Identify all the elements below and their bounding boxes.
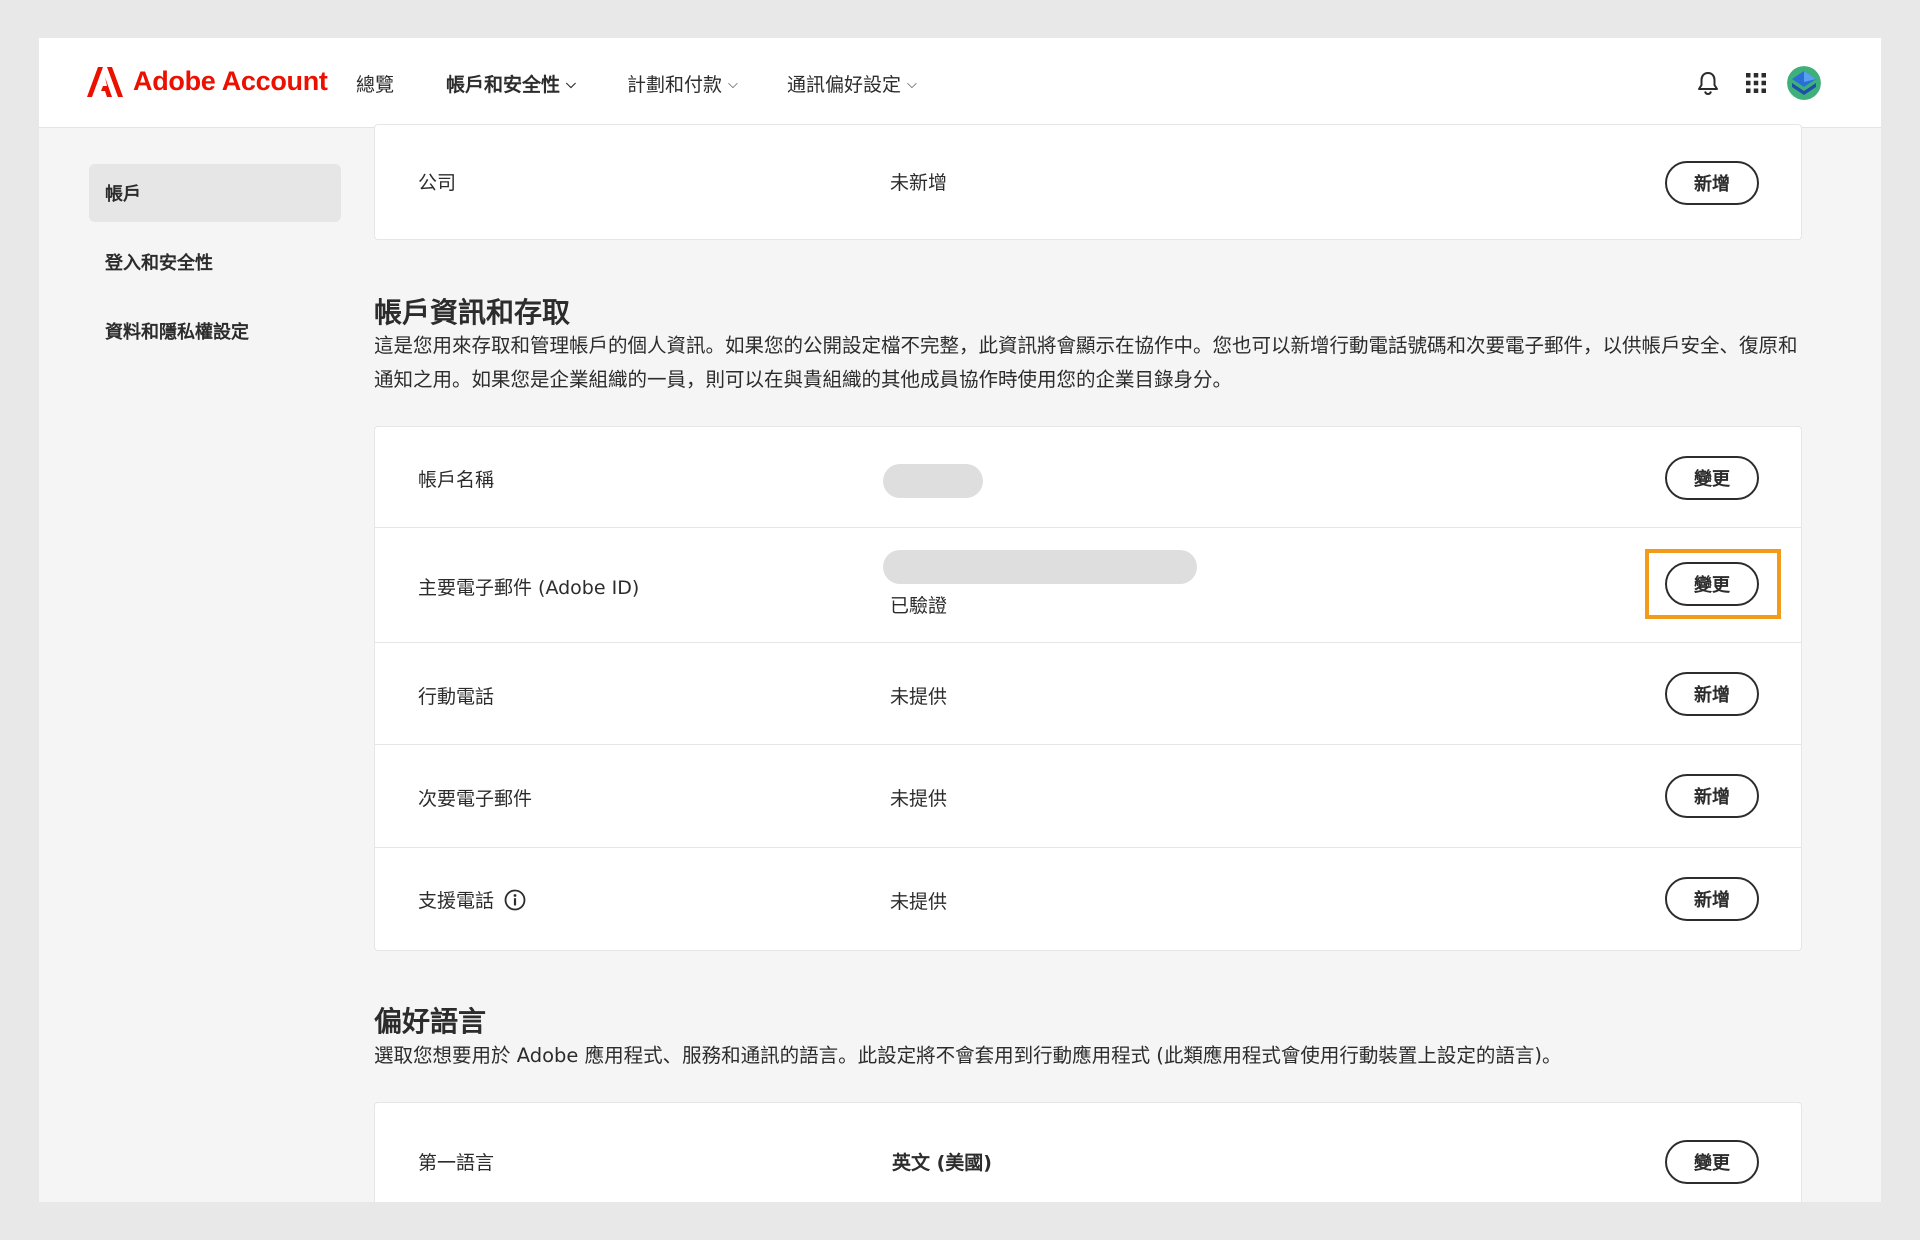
language-section-title: 偏好語言: [374, 1005, 487, 1038]
account-section-description: 這是您用來存取和管理帳戶的個人資訊。如果您的公開設定檔不完整，此資訊將會顯示在協…: [374, 334, 1798, 391]
header-actions: [1677, 66, 1821, 100]
support-phone-label-text: 支援電話: [418, 890, 495, 912]
secondary-email-row: 次要電子郵件 未提供 新增: [375, 745, 1801, 848]
primary-email-row: 主要電子郵件 (Adobe ID) 已驗證 變更: [375, 528, 1801, 643]
add-support-phone-button[interactable]: 新增: [1665, 877, 1759, 921]
redacted-primary-email: [883, 550, 1197, 584]
language-card: 第一語言 英文 (美國) 變更: [374, 1102, 1802, 1202]
first-language-label: 第一語言: [418, 1148, 494, 1175]
nav-overview[interactable]: 總覽: [356, 70, 394, 97]
company-label-text: 公司: [418, 172, 457, 194]
primary-email-label: 主要電子郵件 (Adobe ID): [418, 573, 639, 600]
add-secondary-email-button[interactable]: 新增: [1665, 774, 1759, 818]
sidebar-item-label: 登入和安全性: [105, 253, 213, 274]
mobile-phone-label: 行動電話: [418, 682, 494, 709]
redacted-account-name: [883, 464, 983, 498]
account-info-card: 帳戶名稱 變更 主要電子郵件 (Adobe ID) 已驗證 變更 行動電話 未提…: [374, 426, 1802, 951]
change-first-language-button[interactable]: 變更: [1665, 1140, 1759, 1184]
top-header: Adobe Account 總覽 帳戶和安全性 ⌵ 計劃和付款 ⌵ 通訊偏好設定…: [39, 38, 1881, 128]
mobile-phone-value: 未提供: [890, 686, 948, 708]
account-name-label-text: 帳戶名稱: [418, 469, 495, 491]
secondary-email-value: 未提供: [890, 788, 948, 810]
chevron-down-icon: ⌵: [728, 77, 738, 92]
sidebar-item-data-privacy[interactable]: 資料和隱私權設定: [89, 302, 341, 360]
bell-icon[interactable]: [1691, 66, 1725, 100]
mobile-phone-label-text: 行動電話: [418, 686, 495, 708]
sidebar-item-label: 資料和隱私權設定: [105, 322, 249, 343]
company-label: 公司: [418, 168, 456, 195]
secondary-email-label: 次要電子郵件: [418, 784, 532, 811]
nav-overview-label: 總覽: [356, 74, 395, 96]
sidebar: 帳戶 登入和安全性 資料和隱私權設定: [89, 164, 341, 371]
nav-plans-payments-label: 計劃和付款: [627, 74, 723, 96]
account-name-row: 帳戶名稱 變更: [375, 427, 1801, 528]
chevron-down-icon: ⌵: [566, 77, 576, 92]
verified-status: 已驗證: [890, 595, 948, 617]
nav-plans-payments[interactable]: 計劃和付款 ⌵: [627, 70, 738, 97]
secondary-email-label-text: 次要電子郵件: [418, 788, 533, 810]
company-row: 公司 未新增 新增: [375, 125, 1801, 239]
nav-communication-prefs-label: 通訊偏好設定: [787, 74, 902, 96]
change-account-name-button[interactable]: 變更: [1665, 456, 1759, 500]
apps-grid-icon[interactable]: [1739, 66, 1773, 100]
account-section-title: 帳戶資訊和存取: [374, 296, 571, 329]
language-section-description: 選取您想要用於 Adobe 應用程式、服務和通訊的語言。此設定將不會套用到行動應…: [374, 1044, 1562, 1067]
app-window: Adobe Account 總覽 帳戶和安全性 ⌵ 計劃和付款 ⌵ 通訊偏好設定…: [39, 38, 1881, 1202]
support-phone-value: 未提供: [890, 891, 948, 913]
company-card: 公司 未新增 新增: [374, 124, 1802, 240]
primary-email-label-text: 主要電子郵件 (Adobe ID): [418, 577, 640, 599]
adobe-logo-icon: [87, 66, 123, 97]
support-phone-row: 支援電話 未提供 新增: [375, 848, 1801, 950]
change-primary-email-button[interactable]: 變更: [1665, 562, 1759, 606]
first-language-label-text: 第一語言: [418, 1152, 495, 1174]
sidebar-item-label: 帳戶: [105, 184, 141, 205]
first-language-row: 第一語言 英文 (美國) 變更: [375, 1103, 1801, 1202]
add-company-button[interactable]: 新增: [1665, 161, 1759, 205]
sidebar-item-account[interactable]: 帳戶: [89, 164, 341, 222]
adobe-logo[interactable]: Adobe Account: [87, 66, 328, 97]
chevron-down-icon: ⌵: [907, 77, 917, 92]
account-name-label: 帳戶名稱: [418, 465, 494, 492]
mobile-phone-row: 行動電話 未提供 新增: [375, 643, 1801, 745]
brand-name: Adobe Account: [133, 66, 328, 96]
company-value: 未新增: [890, 172, 948, 194]
nav-communication-prefs[interactable]: 通訊偏好設定 ⌵: [787, 70, 917, 97]
support-phone-label: 支援電話: [418, 886, 526, 913]
nav-account-security-label: 帳戶和安全性: [446, 74, 561, 96]
sidebar-item-signin-security[interactable]: 登入和安全性: [89, 233, 341, 291]
info-icon[interactable]: [504, 889, 526, 911]
first-language-value: 英文 (美國): [892, 1152, 992, 1174]
avatar[interactable]: [1787, 66, 1821, 100]
add-mobile-phone-button[interactable]: 新增: [1665, 672, 1759, 716]
nav-account-security[interactable]: 帳戶和安全性 ⌵: [446, 70, 576, 97]
